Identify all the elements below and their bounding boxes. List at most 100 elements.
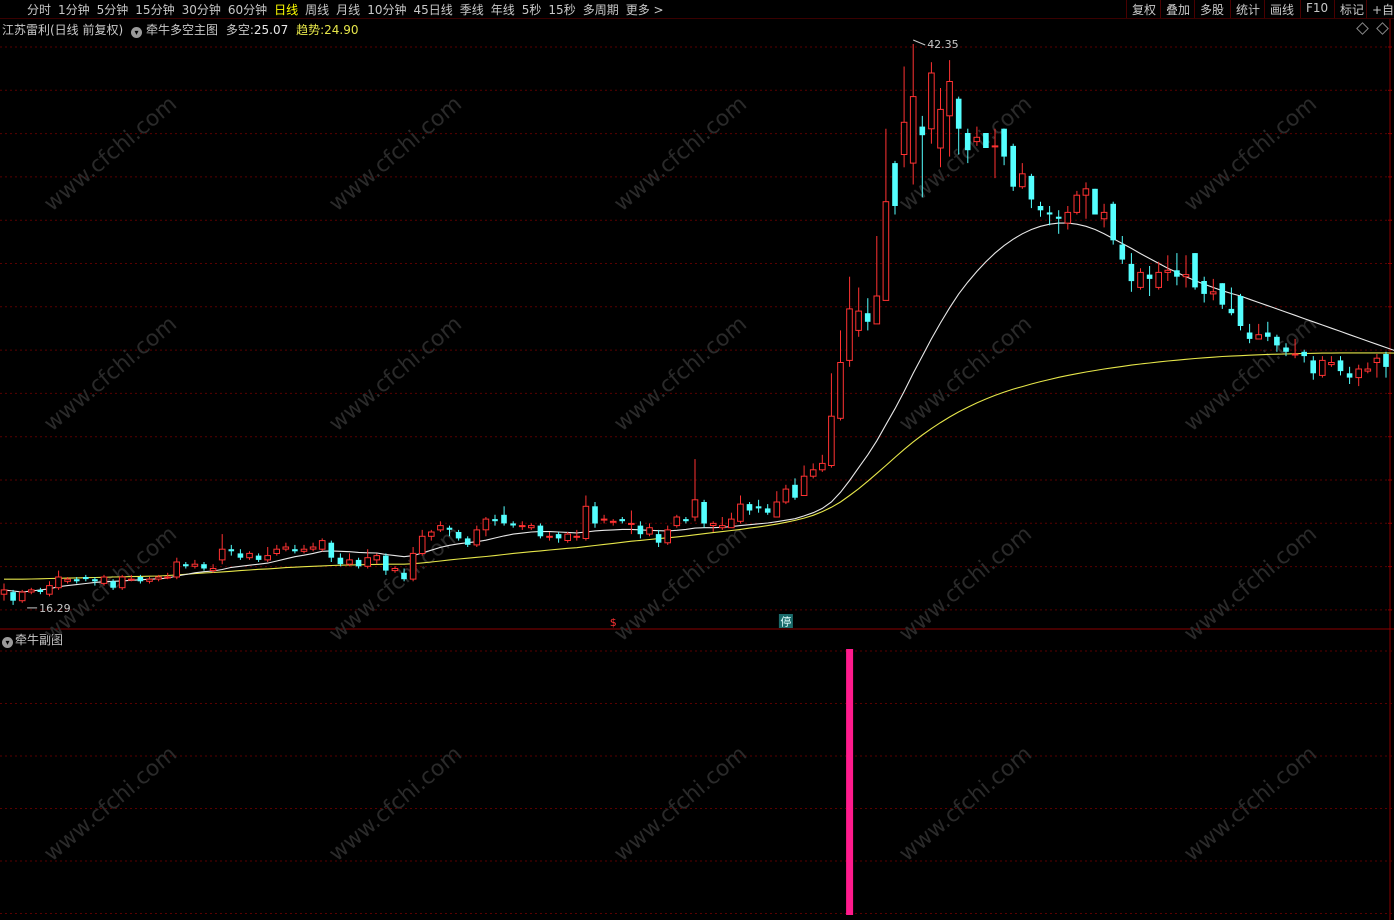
candle-body	[709, 522, 717, 527]
candle-body	[846, 308, 853, 361]
candle-body	[282, 546, 290, 550]
candle-body	[555, 534, 562, 539]
candle-body	[1100, 211, 1108, 220]
candle-body	[828, 415, 835, 467]
kline-chart[interactable]: www.cfchi.com www.cfchi.com www.cfchi.com w…	[0, 0, 1394, 920]
candle-body	[92, 579, 98, 582]
candle-body	[237, 553, 244, 558]
candle-body	[492, 519, 498, 522]
candle-body	[83, 577, 89, 580]
candle-body	[518, 525, 526, 528]
candle-body	[1164, 269, 1172, 273]
candle-body	[309, 546, 317, 550]
candle-body	[246, 552, 253, 559]
candle-body	[183, 564, 189, 567]
candle-body	[100, 576, 108, 584]
candle-body	[1346, 373, 1353, 378]
candle-body	[592, 506, 598, 524]
candle-body	[10, 592, 16, 601]
candle-body	[919, 126, 926, 136]
candle-body	[1246, 332, 1253, 339]
candle-body	[1055, 216, 1062, 219]
candle-body	[1201, 281, 1207, 294]
candle-body	[37, 589, 44, 592]
candle-body	[964, 133, 971, 151]
candle-body	[328, 542, 335, 558]
candle-body	[364, 557, 371, 567]
candle-body	[800, 475, 808, 497]
watermark: www.cfchi.com	[324, 312, 466, 437]
candle-body	[110, 581, 116, 588]
candle-body	[837, 362, 844, 419]
candle-body	[1237, 296, 1244, 326]
candle-body	[628, 522, 635, 525]
candle-body	[383, 555, 389, 571]
candle-body	[446, 527, 453, 530]
candle-body	[809, 469, 817, 477]
candle-body	[1082, 188, 1090, 196]
candle-body	[864, 313, 871, 322]
candle-body	[1355, 368, 1363, 379]
candle-body	[928, 72, 935, 130]
candle-body	[946, 81, 953, 117]
candle-body	[546, 535, 553, 538]
candle-body	[1137, 271, 1144, 288]
candle-body	[1255, 334, 1263, 340]
candle-body	[28, 589, 35, 593]
candle-body	[1319, 359, 1326, 376]
candle-body	[1364, 368, 1372, 372]
candle-body	[1046, 212, 1053, 215]
high-label: 42.35	[927, 38, 959, 51]
candle-body	[955, 98, 962, 129]
candle-body	[1019, 173, 1026, 188]
candle-body	[1192, 253, 1198, 288]
watermark: www.cfchi.com	[324, 522, 466, 647]
candle-body	[337, 557, 344, 565]
candle-body	[300, 548, 308, 552]
candle-body	[719, 525, 726, 529]
candle-body	[900, 121, 908, 156]
candle-body	[1001, 128, 1007, 157]
candle-body	[218, 548, 226, 561]
signal-bar	[846, 649, 854, 915]
candle-body	[737, 503, 744, 522]
candle-body	[1155, 271, 1163, 288]
candle-body	[437, 525, 444, 531]
watermark: www.cfchi.com	[39, 742, 181, 867]
candle-body	[1283, 347, 1289, 352]
candle-body	[55, 576, 62, 589]
candle-body	[209, 568, 217, 572]
candle-body	[1310, 360, 1316, 374]
candle-body	[73, 579, 80, 582]
candle-body	[1373, 357, 1381, 364]
candle-body	[937, 108, 944, 149]
candle-body	[1219, 283, 1226, 305]
low-label: 16.29	[39, 602, 71, 615]
high-pointer	[913, 39, 926, 46]
candle-body	[418, 535, 426, 554]
candle-body	[855, 310, 862, 331]
trend-line	[4, 352, 1394, 580]
candle-body	[46, 585, 53, 595]
candle-body	[728, 518, 735, 529]
signal-marker-s: $	[610, 616, 617, 629]
watermark: www.cfchi.com	[39, 92, 181, 217]
candle-body	[391, 568, 399, 572]
candle-body	[1301, 351, 1307, 357]
candle-body	[401, 572, 407, 580]
candle-body	[318, 540, 326, 550]
candle-body	[1182, 274, 1190, 278]
watermark: www.cfchi.com	[894, 312, 1036, 437]
candle-body	[473, 529, 481, 546]
candle-body	[409, 552, 417, 580]
candle-body	[464, 538, 471, 545]
candle-body	[528, 525, 535, 529]
candle-body	[655, 534, 662, 543]
watermark: www.cfchi.com	[609, 742, 751, 867]
candle-body	[764, 508, 771, 513]
candle-body	[201, 564, 207, 569]
watermark: www.cfchi.com	[609, 522, 751, 647]
candle-body	[255, 555, 262, 560]
candle-body	[564, 533, 572, 541]
candle-body	[228, 549, 235, 552]
